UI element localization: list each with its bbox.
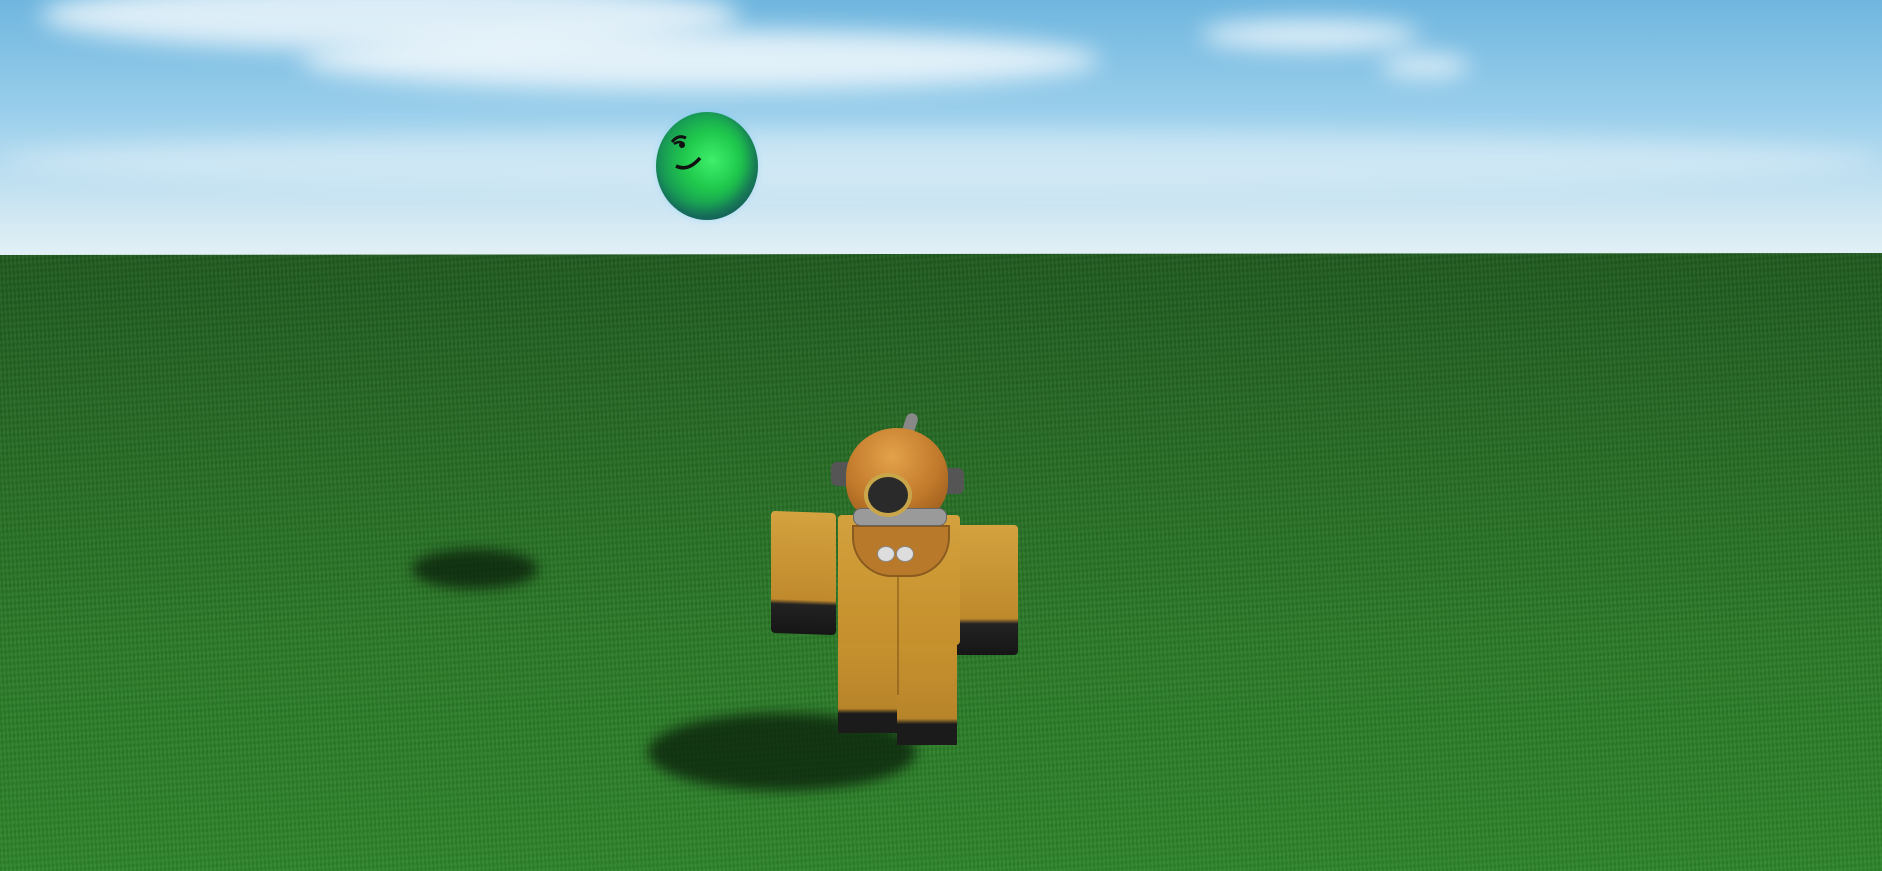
face-icon — [670, 135, 702, 170]
cloud — [1380, 55, 1470, 77]
cloud — [0, 130, 1882, 190]
avatar-left-leg — [838, 635, 898, 733]
bolt-icon — [877, 546, 895, 562]
avatar-left-arm — [771, 510, 836, 636]
game-viewport[interactable] — [0, 0, 1882, 871]
helmet-porthole-icon — [864, 473, 912, 517]
cloud — [300, 30, 1100, 90]
bolt-icon — [896, 546, 914, 562]
avatar-right-arm — [951, 525, 1018, 655]
avatar-right-leg — [897, 635, 957, 745]
cloud — [1200, 20, 1420, 50]
ball-shadow — [412, 549, 538, 589]
green-face-ball[interactable] — [656, 112, 758, 220]
sky — [0, 0, 1882, 260]
